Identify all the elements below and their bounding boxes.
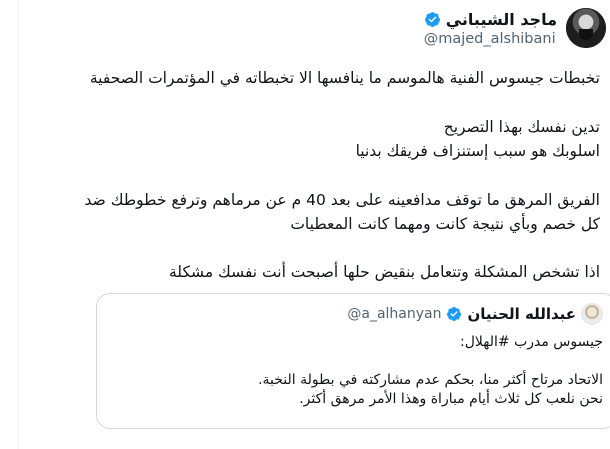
quoted-display-name: عبدالله الحنيان: [467, 305, 576, 323]
quoted-tweet-text: جيسوس مدرب #الهلال: الاتحاد مرتاح أكثر م…: [113, 333, 603, 409]
author-display-name[interactable]: ماجد الشيباني: [446, 10, 557, 29]
author-block: ماجد الشيباني @majed_alshibani: [424, 10, 557, 47]
verified-badge-icon: [424, 11, 440, 27]
quoted-handle: @a_alhanyan: [347, 306, 442, 322]
tweet-text-line: تدين نفسك بهذا التصريح: [443, 118, 600, 136]
tweet-text-line: كل خصم وبأي نتيجة كانت ومهما كانت المعطي…: [290, 215, 600, 233]
verified-badge-icon: [447, 307, 462, 321]
author-handle[interactable]: @majed_alshibani: [424, 31, 556, 47]
tweet-text-line: اذا تشخص المشكلة وتتعامل بنقيض حلها أصبح…: [169, 263, 600, 281]
quoted-text-line: نحن نلعب كل ثلاث أيام مباراة وهذا الأمر …: [299, 391, 603, 407]
tweet-text-line: تخبطات جيسوس الفنية هالموسم ما ينافسها ا…: [89, 69, 600, 87]
tweet-text: تخبطات جيسوس الفنية هالموسم ما ينافسها ا…: [40, 66, 600, 284]
quoted-text-line: جيسوس مدرب #الهلال:: [460, 334, 603, 350]
quoted-avatar: [581, 303, 603, 325]
avatar-image: [566, 8, 606, 48]
quoted-tweet[interactable]: عبدالله الحنيان @a_alhanyan جيسوس مدرب #…: [96, 293, 610, 429]
tweet-text-line: اسلوبك هو سبب إستنزاف فريقك بدنيا: [355, 142, 600, 160]
author-name-row: ماجد الشيباني: [424, 10, 557, 29]
quoted-tweet-header: عبدالله الحنيان @a_alhanyan: [347, 303, 603, 325]
tweet: ماجد الشيباني @majed_alshibani تخبطات جي…: [19, 0, 610, 449]
tweet-text-line: الفريق المرهق ما توقف مدافعينه على بعد 4…: [84, 191, 600, 209]
quoted-text-line: الاتحاد مرتاح أكثر منا، بحكم عدم مشاركته…: [258, 372, 603, 388]
tweet-header: ماجد الشيباني @majed_alshibani: [424, 6, 606, 50]
avatar[interactable]: [566, 8, 606, 48]
